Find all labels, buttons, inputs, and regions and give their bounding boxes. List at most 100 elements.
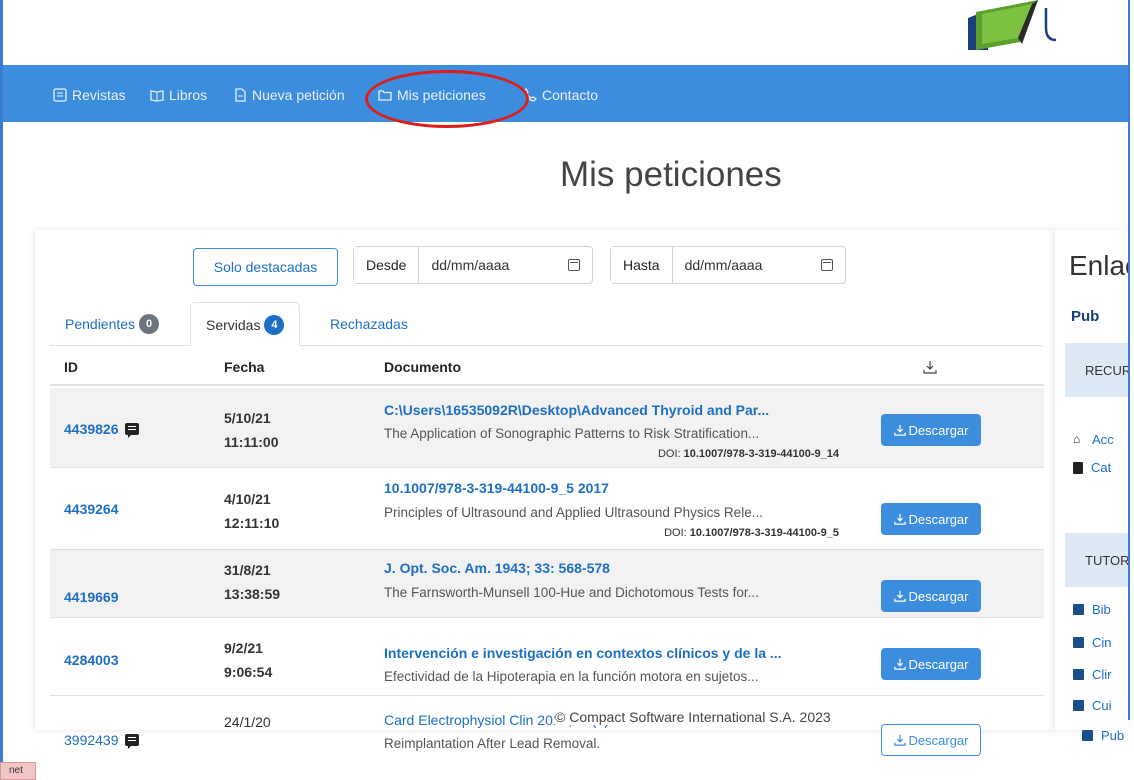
doi-value: 10.1007/978-3-319-44100-9_14 xyxy=(683,448,839,460)
request-id: 4439264 xyxy=(64,501,119,517)
app-window: Revistas Libros Nueva petición Mis petic… xyxy=(0,0,1134,780)
sidebar-tutorial-link[interactable]: Clir xyxy=(1073,667,1112,682)
doi-value: 10.1007/978-3-319-44100-9_5 xyxy=(689,527,839,539)
column-header-documento: Documento xyxy=(384,359,461,375)
main-navbar: Revistas Libros Nueva petición Mis petic… xyxy=(3,65,1128,122)
sidebar-section-tutoriales: TUTOR xyxy=(1065,533,1128,587)
request-id: 4284003 xyxy=(64,652,119,668)
download-all-icon[interactable] xyxy=(923,360,937,374)
download-label: Descargar xyxy=(908,732,969,748)
download-button[interactable]: Descargar xyxy=(881,648,981,680)
download-label: Descargar xyxy=(908,656,969,672)
request-date-day: 9/2/21 xyxy=(224,640,263,656)
sidebar-tutorial-link[interactable]: Pub xyxy=(1082,728,1124,743)
solo-destacadas-button[interactable]: Solo destacadas xyxy=(193,248,338,286)
table-row: 3992439 24/1/20 Card Electrophysiol Clin… xyxy=(50,696,1044,756)
nav-nueva-peticion[interactable]: Nueva petición xyxy=(233,85,345,105)
tab-pendientes-label: Pendientes xyxy=(65,316,136,332)
comment-icon[interactable] xyxy=(124,423,139,438)
tutorial-icon xyxy=(1082,730,1093,741)
desde-date-input[interactable]: dd/mm/aaaa xyxy=(419,247,592,283)
highlight-annotation xyxy=(365,70,529,128)
download-button[interactable]: Descargar xyxy=(881,414,981,446)
document-title-link[interactable]: 10.1007/978-3-319-44100-9_5 2017 xyxy=(384,480,844,496)
sidebar-tutorial-link[interactable]: Cui xyxy=(1073,698,1112,713)
doi-label: DOI: xyxy=(664,527,687,539)
request-id-link[interactable]: 4284003 xyxy=(64,652,119,668)
nav-revistas[interactable]: Revistas xyxy=(53,85,126,105)
request-id: 4419669 xyxy=(64,589,119,605)
comment-icon[interactable] xyxy=(124,734,139,749)
sidebar-section-recursos: RECUR xyxy=(1065,343,1128,397)
request-id: 3992439 xyxy=(64,732,119,748)
download-icon xyxy=(893,590,906,602)
hasta-date-filter: Hasta dd/mm/aaaa xyxy=(610,246,846,284)
request-date-time: 12:11:10 xyxy=(224,515,280,531)
sidebar-link-acceso[interactable]: ⌂ Acc xyxy=(1073,432,1114,447)
download-button[interactable]: Descargar xyxy=(881,724,981,756)
sidebar-link-label: Cui xyxy=(1092,698,1112,713)
document-title-link[interactable]: Intervención e investigación en contexto… xyxy=(384,645,844,661)
download-label: Descargar xyxy=(908,511,969,527)
request-date-day: 4/10/21 xyxy=(224,491,271,507)
tutorial-icon xyxy=(1073,637,1084,648)
tutorial-icon xyxy=(1073,669,1084,680)
sidebar-link-catalogo[interactable]: Cat xyxy=(1073,460,1111,475)
column-header-fecha: Fecha xyxy=(224,359,265,375)
servidas-count-badge: 4 xyxy=(264,314,285,335)
request-date: 24/1/20 xyxy=(224,710,271,734)
window-right-border xyxy=(1128,0,1130,720)
nav-revistas-label: Revistas xyxy=(72,87,126,103)
request-id-link[interactable]: 4439264 xyxy=(64,501,119,517)
nav-libros[interactable]: Libros xyxy=(150,85,207,105)
file-icon xyxy=(235,88,246,102)
download-icon xyxy=(893,424,906,436)
tab-servidas[interactable]: Servidas 4 xyxy=(190,302,301,347)
hasta-label: Hasta xyxy=(611,247,673,283)
document-doi: DOI: 10.1007/978-3-319-44100-9_5 xyxy=(384,527,839,539)
download-button[interactable]: Descargar xyxy=(881,503,981,535)
hasta-date-input[interactable]: dd/mm/aaaa xyxy=(673,247,845,283)
desde-placeholder: dd/mm/aaaa xyxy=(431,257,510,273)
download-button[interactable]: Descargar xyxy=(881,580,981,612)
nav-nueva-peticion-label: Nueva petición xyxy=(252,87,345,103)
document-title-link[interactable]: J. Opt. Soc. Am. 1943; 33: 568-578 xyxy=(384,560,844,576)
request-id-link[interactable]: 4439826 xyxy=(64,421,139,438)
sidebar-link-label: Bib xyxy=(1092,602,1111,617)
sidebar-link-label: Cat xyxy=(1091,460,1112,475)
desde-label: Desde xyxy=(354,247,420,283)
nav-libros-label: Libros xyxy=(169,87,208,103)
doi-label: DOI: xyxy=(657,448,681,460)
document-subtitle: Efectividad de la Hipoterapia en la func… xyxy=(384,669,759,684)
pendientes-count-badge: 0 xyxy=(139,314,160,334)
calendar-icon[interactable] xyxy=(568,259,580,271)
footer-copyright: © Compact Software International S.A. 20… xyxy=(555,709,831,725)
sidebar-tutorial-link[interactable]: Cin xyxy=(1073,635,1112,650)
request-date-day: 24/1/20 xyxy=(224,714,271,730)
pubmed-logo[interactable]: Pub xyxy=(1071,308,1099,325)
tab-pendientes[interactable]: Pendientes 0 xyxy=(50,302,174,346)
download-label: Descargar xyxy=(908,422,969,438)
request-id-link[interactable]: 4419669 xyxy=(64,589,119,605)
nav-contacto-label: Contacto xyxy=(542,87,599,103)
tutorial-icon xyxy=(1073,604,1084,615)
sidebar-tutorial-link[interactable]: Bib xyxy=(1073,602,1111,617)
tutorial-icon xyxy=(1073,700,1084,711)
request-id-link[interactable]: 3992439 xyxy=(64,732,139,749)
nav-contacto[interactable]: Contacto xyxy=(523,85,598,105)
tab-rechazadas[interactable]: Rechazadas xyxy=(315,302,423,346)
request-date-day: 31/8/21 xyxy=(224,562,271,578)
links-sidebar: Enlac Pub RECUR ⌂ Acc Cat TUTOR Bib Cin … xyxy=(1055,230,1128,730)
book-open-icon xyxy=(150,90,164,102)
request-date: 9/2/21 9:06:54 xyxy=(224,636,272,684)
document-title-link[interactable]: C:\Users\16535092R\Desktop\Advanced Thyr… xyxy=(384,402,844,418)
page-title: Mis peticiones xyxy=(560,155,782,194)
document-subtitle: The Farnsworth-Munsell 100-Hue and Dicho… xyxy=(384,585,759,600)
net-tag: net xyxy=(0,762,36,780)
book-icon xyxy=(1073,461,1083,474)
document-subtitle: Principles of Ultrasound and Applied Ult… xyxy=(384,505,763,520)
column-header-id: ID xyxy=(64,359,78,375)
sidebar-title: Enlac xyxy=(1069,250,1128,281)
sidebar-link-label: Clir xyxy=(1092,667,1112,682)
calendar-icon[interactable] xyxy=(821,259,833,271)
